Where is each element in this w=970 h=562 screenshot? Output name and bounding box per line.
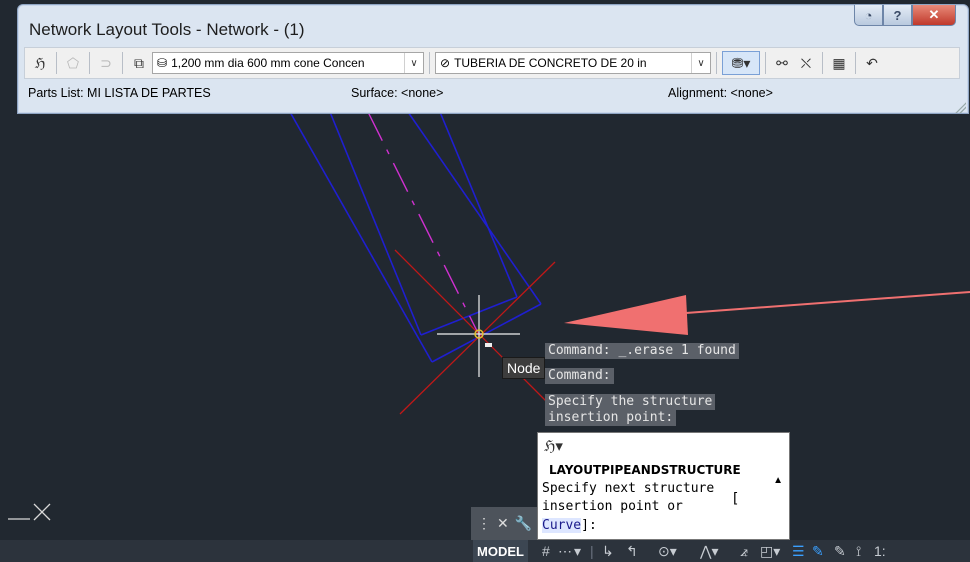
osnap-tooltip: Node <box>502 357 546 379</box>
object-snap-icon[interactable]: ◰▾ <box>760 543 780 560</box>
history-up-icon[interactable]: ▲ <box>773 475 783 486</box>
model-space-button[interactable]: MODEL <box>473 540 528 562</box>
close-button[interactable]: ✕ <box>912 5 956 26</box>
pipe-edge-left <box>289 111 433 363</box>
structure-combo-value: 1,200 mm dia 600 mm cone Concen <box>171 56 365 70</box>
parts-list-icon[interactable]: ⧉ <box>128 52 150 74</box>
infer-constraints-icon[interactable]: ↳ <box>602 543 614 560</box>
pipe-centerline <box>367 111 479 334</box>
cursor-pickbox <box>485 343 492 347</box>
prompt-suffix: ]: <box>581 518 597 533</box>
network-properties-icon[interactable]: ℌ <box>29 52 51 74</box>
isodraft-icon[interactable]: ⋀▾ <box>700 543 719 560</box>
delete-object-icon[interactable]: ⛌ <box>795 52 817 74</box>
snap-icon[interactable]: ⋯ <box>558 543 572 560</box>
pipe-inner-left <box>329 111 422 336</box>
annotation-scale-icon[interactable]: ⟟ <box>856 543 861 560</box>
structure-icon: ⛁ <box>157 56 168 70</box>
window-title: Network Layout Tools - Network - (1) <box>29 20 305 39</box>
annotation-arrow-shaft <box>685 291 970 314</box>
command-history-line: Command: <box>545 368 614 384</box>
prompt-bracket: [ <box>731 491 740 507</box>
network-layout-tools-window[interactable]: Network Layout Tools - Network - (1) ◔ ?… <box>17 4 969 114</box>
parts-list-label: Parts List: MI LISTA DE PARTES <box>28 86 211 100</box>
customize-wrench-icon[interactable]: 🔧 <box>515 515 532 532</box>
pipe-inner-cap <box>420 296 518 336</box>
pipe-combo[interactable]: ⊘ TUBERIA DE CONCRETO DE 20 in ∨ <box>435 52 711 74</box>
statusbar-separator: | <box>590 543 594 559</box>
pipe-edge-right <box>407 111 542 305</box>
chevron-down-icon[interactable]: ∨ <box>691 53 710 73</box>
select-alignment-icon[interactable]: ⊃ <box>95 52 117 74</box>
object-snap-tracking-icon[interactable]: ⦨ <box>740 543 748 560</box>
toolbar-separator <box>89 52 90 74</box>
annotation-visibility-icon[interactable]: ✎ <box>812 543 824 560</box>
network-status-row: Parts List: MI LISTA DE PARTES Surface: … <box>24 83 960 105</box>
select-surface-icon[interactable]: ⬠ <box>62 52 84 74</box>
snap-dropdown-icon[interactable]: ▾ <box>574 543 581 560</box>
lineweight-icon[interactable]: ☰ <box>792 543 805 560</box>
alignment-label: Alignment: <none> <box>668 86 773 100</box>
minimize-button[interactable]: ◔ <box>854 5 883 26</box>
grid-icon[interactable]: # <box>542 543 550 559</box>
undo-icon[interactable]: ↶ <box>861 52 883 74</box>
pipe-inner-right <box>439 111 518 298</box>
toolbar-separator <box>429 52 430 74</box>
pipes-and-structures-dropdown[interactable]: ⛃▾ <box>722 51 760 75</box>
toolbar-separator <box>122 52 123 74</box>
toolbar-separator <box>716 52 717 74</box>
window-controls: ◔ ? ✕ <box>854 5 956 26</box>
command-line-handle[interactable]: ⋮ ✕ 🔧 <box>471 507 537 540</box>
close-icon[interactable]: ✕ <box>497 515 509 532</box>
network-toolbar: ℌ ⬠ ⊃ ⧉ ⛁ 1,200 mm dia 600 mm cone Conce… <box>24 47 960 79</box>
chevron-down-icon[interactable]: ∨ <box>404 53 423 73</box>
autoscale-icon[interactable]: ✎ <box>834 543 846 560</box>
pipe-icon: ⊘ <box>440 56 451 70</box>
prompt-line-1: Specify next structure <box>542 481 715 496</box>
curve-option[interactable]: Curve <box>542 518 582 533</box>
command-history-line: insertion point: <box>545 410 677 426</box>
surface-label: Surface: <none> <box>351 86 444 100</box>
vista-panel-icon[interactable]: ▦ <box>828 52 850 74</box>
toolbar-separator <box>855 52 856 74</box>
toolbar-separator <box>765 52 766 74</box>
command-line-panel[interactable]: ℌ▾ LAYOUTPIPEANDSTRUCTURE Specify next s… <box>537 432 790 540</box>
command-history-line: Command: _.erase 1 found <box>545 343 739 359</box>
command-history-line: Specify the structure <box>545 394 716 410</box>
command-icon[interactable]: ℌ▾ <box>544 437 563 455</box>
pipe-combo-value: TUBERIA DE CONCRETO DE 20 in <box>454 56 647 70</box>
resize-grip[interactable] <box>954 101 966 113</box>
dynamic-input-icon[interactable]: ↰ <box>626 543 638 560</box>
help-button[interactable]: ? <box>883 5 912 26</box>
prompt-line-2: insertion point or <box>542 499 683 514</box>
toolbar-separator <box>822 52 823 74</box>
structure-combo[interactable]: ⛁ 1,200 mm dia 600 mm cone Concen ∨ <box>152 52 424 74</box>
toolbar-separator <box>56 52 57 74</box>
annotation-arrowhead <box>564 295 688 335</box>
command-name: LAYOUTPIPEANDSTRUCTURE <box>549 463 741 477</box>
drag-handle-icon[interactable]: ⋮ <box>477 515 491 532</box>
annotation-scale-label[interactable]: 1: <box>874 543 886 559</box>
polar-tracking-icon[interactable]: ⊙▾ <box>658 543 677 560</box>
pipe-end-cap <box>431 303 542 363</box>
draw-pipes-icon[interactable]: ⚯ <box>771 52 793 74</box>
prompt-line-3: Curve]: <box>542 518 597 533</box>
